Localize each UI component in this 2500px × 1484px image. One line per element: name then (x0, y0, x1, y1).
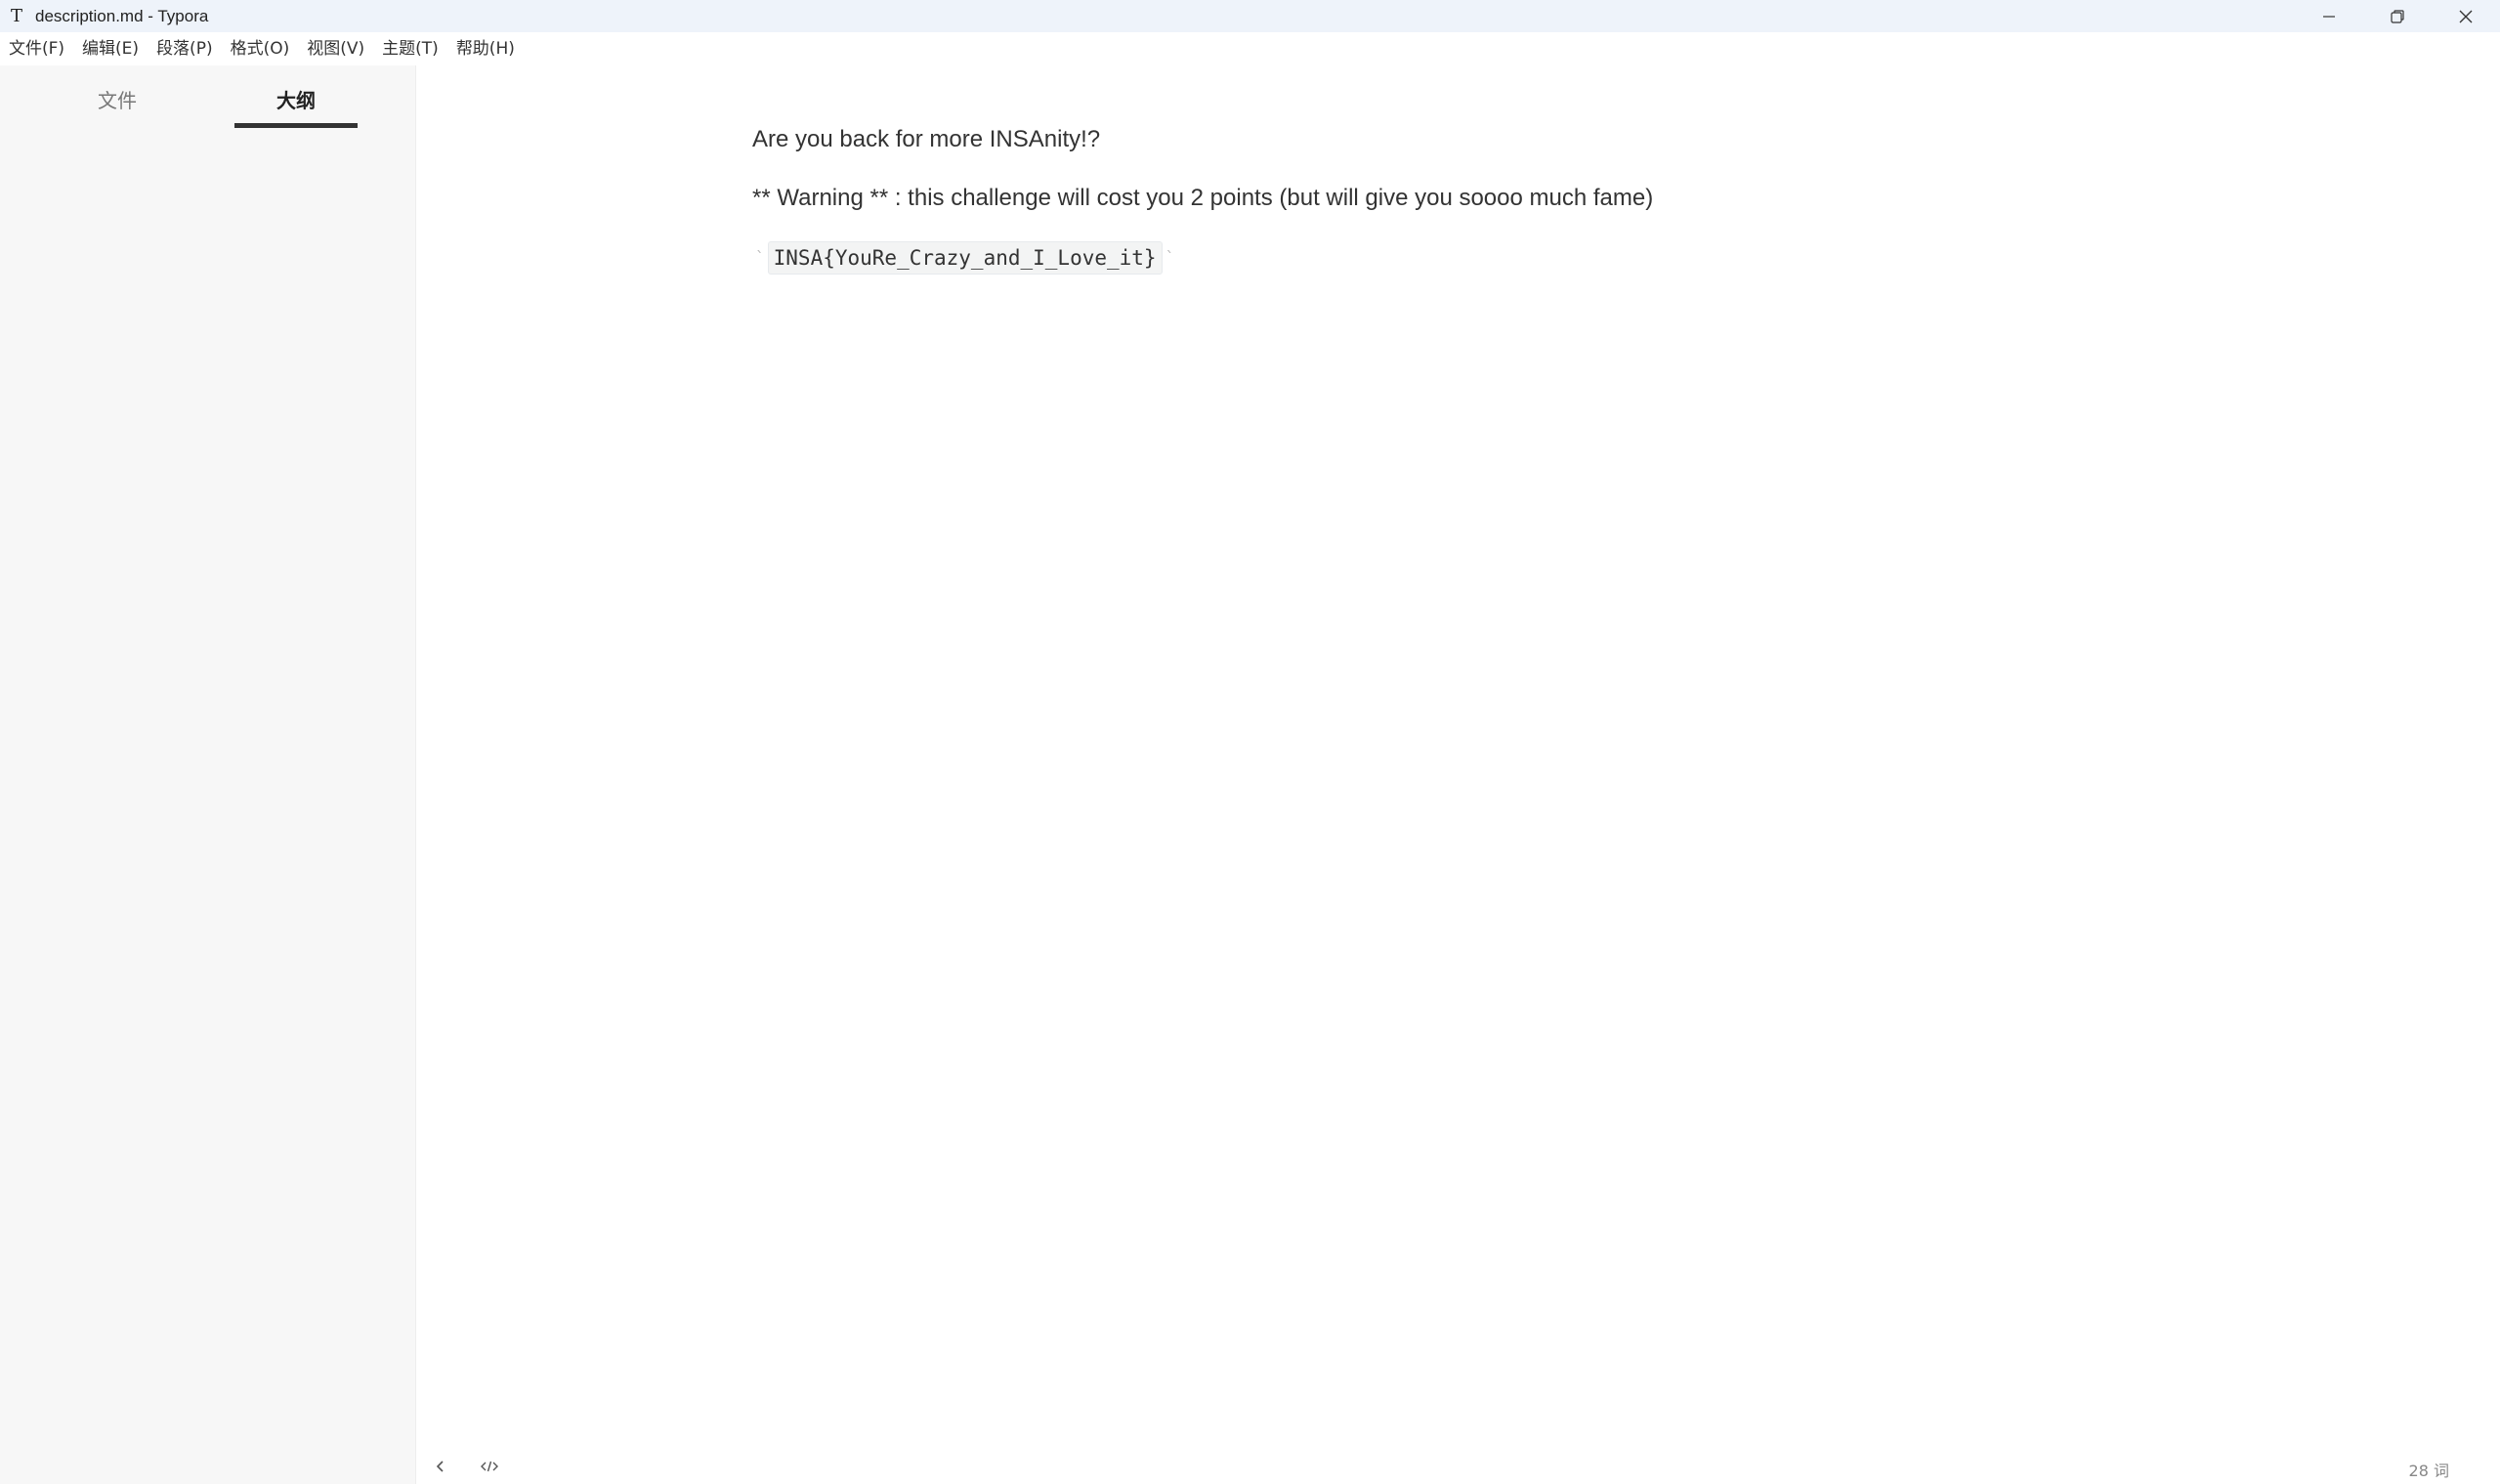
menu-paragraph[interactable]: 段落(P) (148, 32, 222, 65)
menu-view[interactable]: 视图(V) (298, 32, 373, 65)
paragraph-warning[interactable]: ** Warning ** : this challenge will cost… (752, 183, 2120, 214)
word-count[interactable]: 28 词 (2409, 1458, 2449, 1481)
menu-edit[interactable]: 编辑(E) (73, 32, 148, 65)
code-backtick-close: ` (1165, 248, 1175, 267)
status-bar: 28 词 (416, 1450, 2500, 1484)
restore-icon (2391, 9, 2404, 23)
inline-code-flag[interactable]: INSA{YouRe_Crazy_and_I_Love_it} (767, 241, 1163, 275)
source-code-mode-button[interactable] (479, 1456, 500, 1477)
source-code-icon (481, 1461, 498, 1472)
menu-help[interactable]: 帮助(H) (447, 32, 524, 65)
menu-bar: 文件(F) 编辑(E) 段落(P) 格式(O) 视图(V) 主题(T) 帮助(H… (0, 32, 2500, 65)
chevron-left-icon (436, 1461, 444, 1472)
document-content: Are you back for more INSAnity!? ** Warn… (752, 124, 2120, 275)
restore-button[interactable] (2363, 0, 2432, 32)
window-controls (2295, 0, 2500, 32)
typora-app-icon: T (10, 6, 22, 26)
paragraph-intro[interactable]: Are you back for more INSAnity!? (752, 124, 2120, 155)
tab-files[interactable]: 文件 (78, 85, 156, 120)
menu-file[interactable]: 文件(F) (0, 32, 73, 65)
code-backtick-open: ` (755, 248, 765, 267)
sidebar-tabs: 文件 大纲 (0, 65, 415, 134)
minimize-button[interactable] (2295, 0, 2363, 32)
close-button[interactable] (2432, 0, 2500, 32)
close-icon (2459, 10, 2473, 22)
active-tab-indicator (234, 123, 358, 128)
sidebar: 文件 大纲 (0, 65, 416, 1484)
menu-format[interactable]: 格式(O) (222, 32, 299, 65)
tab-outline[interactable]: 大纲 (234, 85, 358, 128)
window-title: description.md - Typora (35, 6, 209, 25)
inline-code-line[interactable]: ` INSA{YouRe_Crazy_and_I_Love_it} ` (752, 241, 2120, 275)
typora-window: T description.md - Typora 文件(F) 编辑(E) 段落… (0, 0, 2500, 1484)
status-bar-left (430, 1456, 500, 1477)
minimize-icon (2323, 15, 2335, 18)
title-bar: T description.md - Typora (0, 0, 2500, 32)
menu-theme[interactable]: 主题(T) (373, 32, 447, 65)
toggle-sidebar-button[interactable] (430, 1456, 451, 1477)
editor-area[interactable]: Are you back for more INSAnity!? ** Warn… (416, 65, 2500, 1484)
tab-files-label: 文件 (98, 89, 137, 112)
tab-outline-label: 大纲 (276, 89, 316, 112)
